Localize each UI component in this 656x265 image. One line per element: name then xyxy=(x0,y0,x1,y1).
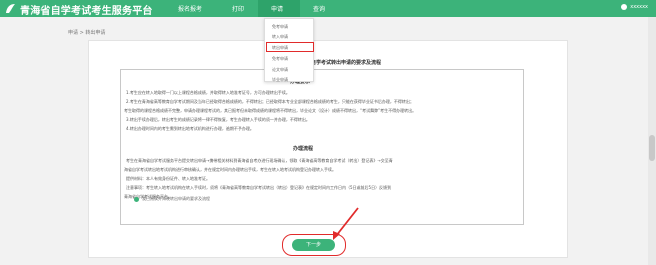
nav-item-register[interactable]: 报名报考 xyxy=(178,4,202,13)
dropdown-item[interactable]: 论文申请 xyxy=(272,67,288,73)
user-icon xyxy=(621,4,628,10)
dropdown-item[interactable]: 免考申请 xyxy=(272,24,288,30)
scrollbar-thumb[interactable] xyxy=(649,135,655,161)
agree-label: 我已阅读并知晓转出申请的要求及流程 xyxy=(142,196,210,201)
scrollbar[interactable] xyxy=(648,17,656,265)
agree-checkbox[interactable]: 我已阅读并知晓转出申请的要求及流程 xyxy=(134,196,210,202)
dropdown-highlight-box xyxy=(266,42,314,52)
checkbox-checked-icon xyxy=(134,196,139,202)
process-line: 考生在青海省自学考试服务平台提交转出申请→携带相关材料到青海省自考办进行现场确认… xyxy=(126,158,393,163)
top-header: 青海省自学考试考生服务平台 报名报考 打印 申请 查询 xxxxxx xyxy=(0,0,656,17)
user-menu[interactable]: xxxxxx xyxy=(621,4,648,10)
dropdown-item[interactable]: 免考申请 xyxy=(272,56,288,62)
next-button[interactable]: 下一步 xyxy=(292,239,335,251)
requirement-line: 1.考生应在转入地取得一门以上课程合格成绩，并取得转入地准考证号，方可办理转出手… xyxy=(126,90,290,95)
dropdown-item[interactable]: 转入申请 xyxy=(272,34,288,40)
process-heading: 办理流程 xyxy=(293,146,314,152)
breadcrumb: 申请 > 转出申请 xyxy=(68,30,106,36)
process-line: 海省自学考试转出地考试机构进行审核确认，并在规定时间内办理转出手续，考生在转入地… xyxy=(124,167,336,172)
nav-item-query[interactable]: 查询 xyxy=(313,4,325,13)
dropdown-item[interactable]: 毕业申请 xyxy=(272,77,288,83)
nav-item-apply[interactable]: 申请 xyxy=(271,4,283,13)
user-name: xxxxxx xyxy=(630,4,648,10)
requirement-line: 2.考生在青海省高等教育自学考试期间及当年已经取得合格成绩的，不得转出；已经取得… xyxy=(126,99,414,104)
nav-item-print[interactable]: 打印 xyxy=(232,4,244,13)
requirement-line: 考生取得的课程合格成绩不完整，申请办理课程考试的，其已报考但未取得成绩的课程将不… xyxy=(124,108,417,113)
site-title: 青海省自学考试考生服务平台 xyxy=(20,6,153,17)
process-line: 注意事项：考生转入地考试机构在转入手续时，须将《青海省高等教育自学考试转出（转出… xyxy=(126,185,392,190)
content-card xyxy=(88,40,568,258)
logo-icon xyxy=(6,4,15,13)
requirement-line: 3.转出手续办理后，转出考生的成绩记录将一律不得恢复，考生办理转入手续的须一并办… xyxy=(126,117,310,122)
process-line: 提供材料：本人有效身份证件、转入地准考证。 xyxy=(126,176,210,181)
requirement-line: 4.转出办理时间内的考生需到转出地考试机构进行办理，逾期不予办理。 xyxy=(126,126,254,131)
